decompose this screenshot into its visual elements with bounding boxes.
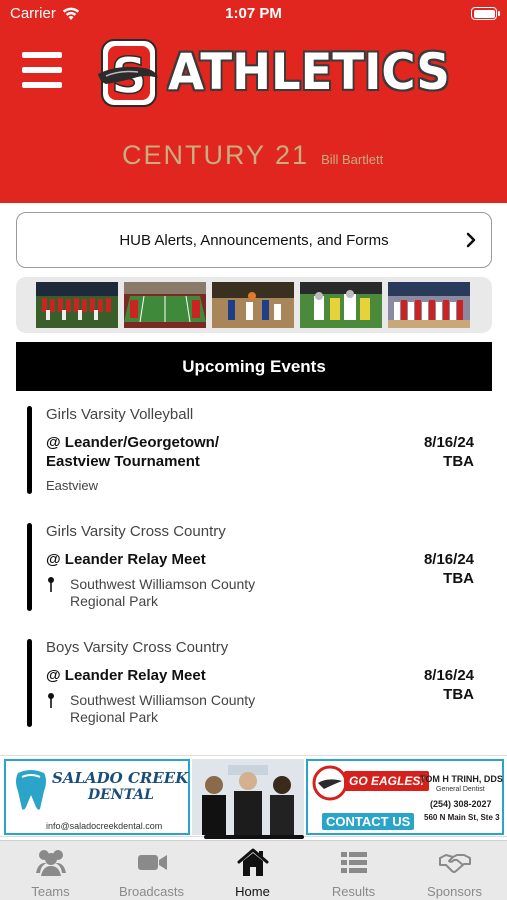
tab-label: Sponsors (427, 884, 482, 899)
tab-label: Teams (31, 884, 70, 899)
ad-brand-line2: DENTAL (88, 787, 154, 803)
header-title: ATHLETICS (168, 43, 450, 101)
status-time: 1:07 PM (225, 5, 282, 22)
app-header: Carrier 1:07 PM S ATHLETICS CENTURY 21 B… (0, 0, 507, 203)
eagle-seal-icon (312, 765, 348, 801)
menu-icon-bar (22, 52, 62, 58)
tooth-icon (16, 770, 46, 810)
event-time: TBA (443, 570, 474, 587)
ad-slogan: GO EAGLES! (344, 771, 430, 791)
status-bar: Carrier 1:07 PM (0, 0, 507, 28)
event-date: 8/16/24 (423, 434, 474, 451)
event-date: 8/16/24 (423, 551, 474, 568)
event-accent-bar (27, 406, 32, 494)
ad-contact-button[interactable]: CONTACT US (322, 813, 415, 830)
event-name: @ Leander/Georgetown/ Eastview Tournamen… (46, 433, 346, 471)
ad-dentist-name: TOM H TRINH, DDS (420, 774, 503, 784)
ad-brand-panel: SALADO CREEK DENTAL info@saladocreekdent… (4, 759, 190, 835)
tab-sponsors[interactable]: Sponsors (404, 841, 505, 900)
gallery-photo[interactable] (300, 282, 382, 328)
battery-icon (471, 7, 500, 20)
tab-teams[interactable]: Teams (0, 841, 101, 900)
event-team: Girls Varsity Cross Country (46, 523, 226, 540)
map-pin-icon (48, 693, 54, 708)
map-pin-icon (48, 577, 54, 592)
ad-staff-photo (192, 759, 304, 835)
event-item[interactable]: Boys Varsity Cross Country @ Leander Rel… (24, 639, 484, 729)
event-team: Girls Varsity Volleyball (46, 406, 194, 423)
list-icon (341, 852, 367, 873)
sponsor-brand: CENTURY 21 (122, 140, 310, 170)
header-sponsor-logo[interactable]: CENTURY 21 Bill Bartlett (122, 140, 383, 171)
event-name-line: Eastview Tournament (46, 453, 200, 470)
event-address-line: Regional Park (70, 593, 158, 609)
event-time: TBA (443, 686, 474, 703)
event-location: Eastview (46, 478, 99, 493)
event-address-line: Regional Park (70, 709, 158, 725)
gallery-photo[interactable] (36, 282, 118, 328)
upcoming-events-title: Upcoming Events (182, 356, 326, 376)
hub-alerts-label: HUB Alerts, Announcements, and Forms (119, 231, 389, 249)
chevron-right-icon (466, 232, 476, 248)
ad-dentist-title: General Dentist (436, 786, 485, 793)
home-indicator (204, 835, 304, 839)
event-address: Southwest Williamson County Regional Par… (70, 576, 310, 610)
upcoming-events-header: Upcoming Events (16, 342, 492, 391)
event-name-line: @ Leander/Georgetown/ (46, 434, 219, 451)
event-item[interactable]: Girls Varsity Volleyball @ Leander/Georg… (24, 406, 484, 498)
event-datetime: 8/16/24 TBA (424, 666, 474, 704)
gallery-photo[interactable] (388, 282, 470, 328)
event-name: @ Leander Relay Meet (46, 667, 206, 684)
event-name: @ Leander Relay Meet (46, 551, 206, 568)
sponsor-ad-banner[interactable]: SALADO CREEK DENTAL info@saladocreekdent… (0, 755, 507, 837)
event-accent-bar (27, 523, 32, 611)
event-datetime: 8/16/24 TBA (424, 433, 474, 471)
event-address-line: Southwest Williamson County (70, 576, 256, 592)
tab-results[interactable]: Results (303, 841, 404, 900)
ad-address: 560 N Main St, Ste 3 (424, 813, 500, 822)
ad-contact-panel: GO EAGLES! CONTACT US TOM H TRINH, DDS G… (306, 759, 504, 835)
tab-label: Broadcasts (118, 884, 185, 899)
gallery-photo[interactable] (212, 282, 294, 328)
hub-alerts-button[interactable]: HUB Alerts, Announcements, and Forms (16, 212, 492, 268)
event-item[interactable]: Girls Varsity Cross Country @ Leander Re… (24, 523, 484, 613)
menu-button[interactable] (22, 52, 62, 88)
gallery-photo[interactable] (124, 282, 206, 328)
video-camera-icon (138, 855, 167, 870)
eagle-s-logo-icon: S (98, 39, 158, 107)
menu-icon-bar (22, 67, 62, 73)
home-icon (237, 848, 269, 876)
menu-icon-bar (22, 82, 62, 88)
event-date: 8/16/24 (423, 667, 474, 684)
handshake-icon (439, 854, 471, 873)
ad-phone: (254) 308-2027 (430, 799, 492, 809)
tab-label: Results (331, 884, 376, 899)
event-accent-bar (27, 639, 32, 727)
sponsor-agent: Bill Bartlett (321, 152, 384, 167)
bottom-tab-bar: Teams Broadcasts Home Results Sponsors (0, 840, 507, 900)
tab-broadcasts[interactable]: Broadcasts (101, 841, 202, 900)
event-address: Southwest Williamson County Regional Par… (70, 692, 310, 726)
photo-gallery-strip[interactable] (16, 277, 492, 333)
tab-home[interactable]: Home (202, 841, 303, 900)
tab-label: Home (235, 884, 270, 899)
event-datetime: 8/16/24 TBA (424, 550, 474, 588)
athletics-logo: S ATHLETICS (98, 38, 470, 110)
event-address-line: Southwest Williamson County (70, 692, 256, 708)
teams-icon (36, 850, 66, 876)
ad-email: info@saladocreekdental.com (46, 821, 163, 831)
event-team: Boys Varsity Cross Country (46, 639, 229, 656)
ad-brand-line1: SALADO CREEK (52, 769, 189, 787)
event-time: TBA (443, 453, 474, 470)
